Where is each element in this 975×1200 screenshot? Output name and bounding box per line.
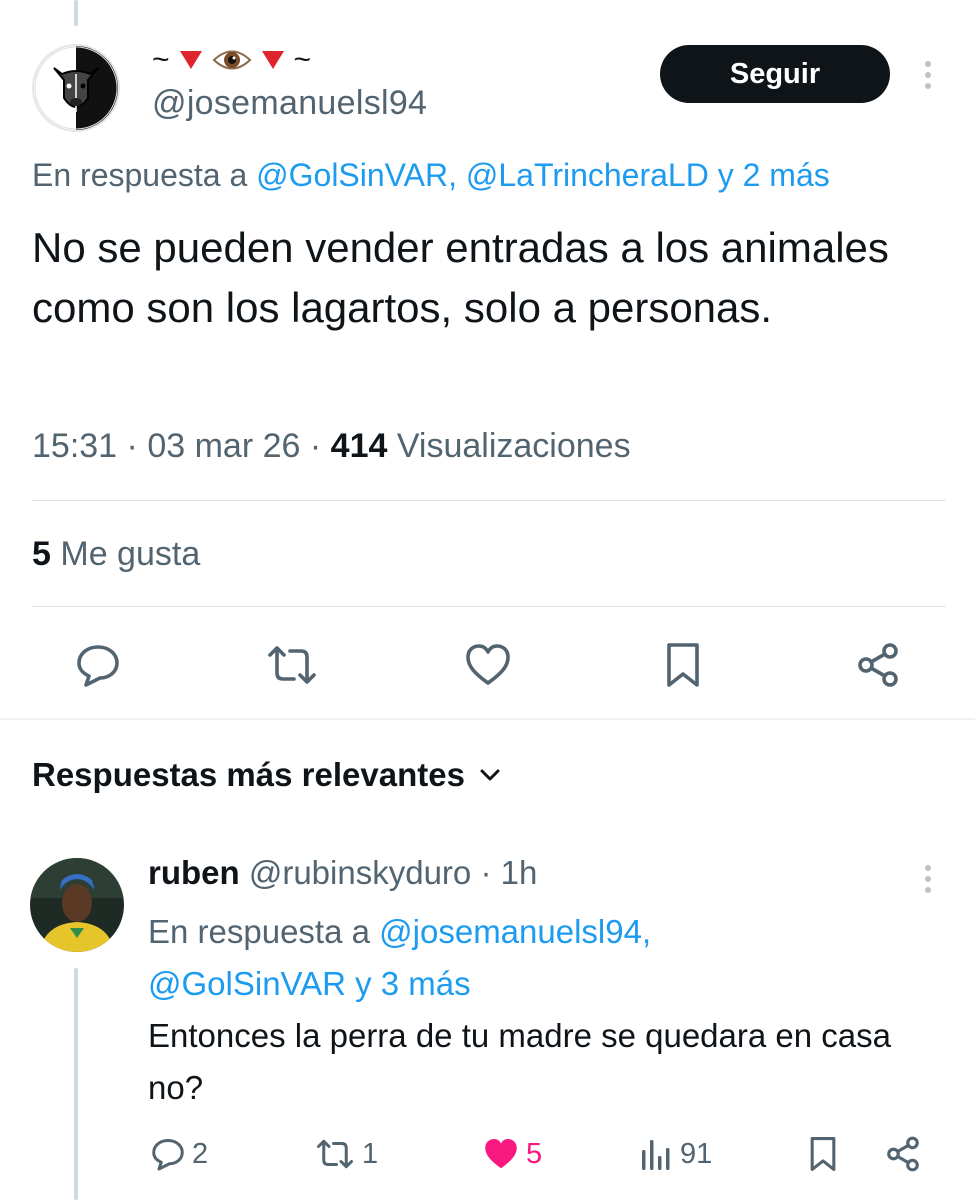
bookmark-icon[interactable] [806,1130,840,1178]
meta-separator: · [126,427,138,465]
follow-button[interactable]: Seguir [660,45,890,103]
red-triangle-emoji [261,51,284,69]
meta-separator: · [309,427,322,465]
views-count: 414 [330,427,388,465]
like-icon-filled [485,1139,517,1169]
views-icon [642,1140,670,1170]
tweet-text: No se pueden vender entradas a los anima… [32,224,889,331]
reply-mentions-link[interactable]: @GolSinVAR, @LaTrincheraLD y 2 más [256,157,830,193]
reply-icon [152,1139,184,1171]
reply-icon[interactable] [72,637,124,693]
like-icon[interactable] [462,637,514,693]
section-divider [0,718,975,720]
views-count: 91 [680,1137,713,1170]
reply-mention-link[interactable]: @josemanuelsl94, [379,913,651,950]
replies-sort-dropdown[interactable]: Respuestas más relevantes [32,756,501,794]
reply-mention-link[interactable]: @GolSinVAR y 3 más [148,965,471,1002]
tweet-time[interactable]: 15:31 [32,427,117,465]
bookmark-icon[interactable] [657,637,709,693]
reply-prefix: En respuesta a [32,157,248,193]
tilde-symbol: ~ [293,43,312,76]
more-options-icon[interactable] [916,58,940,92]
retweet-icon[interactable] [266,637,318,693]
like-button[interactable]: 5 [482,1130,542,1178]
tweet-action-bar [0,637,975,693]
tilde-symbol: ~ [152,43,170,76]
tweet-detail-view: ~ ~ @josemanuelsl94 Seguir En respuesta … [0,0,975,1200]
reply-context: En respuesta a @GolSinVAR, @LaTrincheraL… [32,157,830,194]
reply-time[interactable]: 1h [501,854,538,891]
tweet-date[interactable]: 03 mar 26 [147,427,300,465]
reply-context: En respuesta a @josemanuelsl94, @GolSinV… [148,906,948,1010]
chevron-down-icon [480,769,500,781]
retweet-icon [317,1139,353,1169]
more-options-icon[interactable] [916,862,940,896]
author-display-name[interactable]: ~ ~ [152,40,311,80]
replies-sort-label: Respuestas más relevantes [32,756,465,793]
likes-count: 5 [32,535,51,573]
thread-line [74,0,78,26]
share-icon[interactable] [852,637,904,693]
retweet-button[interactable]: 1 [314,1130,378,1178]
tweet-meta: 15:31 · 03 mar 26 · 414 Visualizaciones [32,427,631,466]
reply-action-bar: 2 1 5 91 [0,1130,975,1178]
likes-label: Me gusta [60,535,201,573]
retweet-count: 1 [362,1137,379,1170]
reply-author-avatar[interactable] [30,858,124,952]
reply-button[interactable]: 2 [150,1130,208,1178]
author-handle[interactable]: @josemanuelsl94 [152,84,427,123]
views-label: Visualizaciones [396,427,631,465]
divider [32,500,946,501]
reply-text: Entonces la perra de tu madre se quedara… [148,1017,891,1106]
meta-separator: · [480,854,492,891]
author-avatar[interactable] [32,44,120,132]
reply-author-handle[interactable]: @rubinskyduro [249,854,471,891]
divider [32,606,946,607]
reply-count: 2 [192,1137,209,1170]
reply-header: ruben @rubinskyduro · 1h [148,854,537,892]
reply-prefix: En respuesta a [148,913,370,950]
reply-author-name[interactable]: ruben [148,854,240,891]
eye-emoji [212,47,252,73]
like-count: 5 [526,1137,543,1170]
views-button[interactable]: 91 [640,1130,712,1178]
share-icon[interactable] [884,1130,922,1178]
red-triangle-emoji [179,51,202,69]
likes-summary[interactable]: 5 Me gusta [32,535,200,574]
